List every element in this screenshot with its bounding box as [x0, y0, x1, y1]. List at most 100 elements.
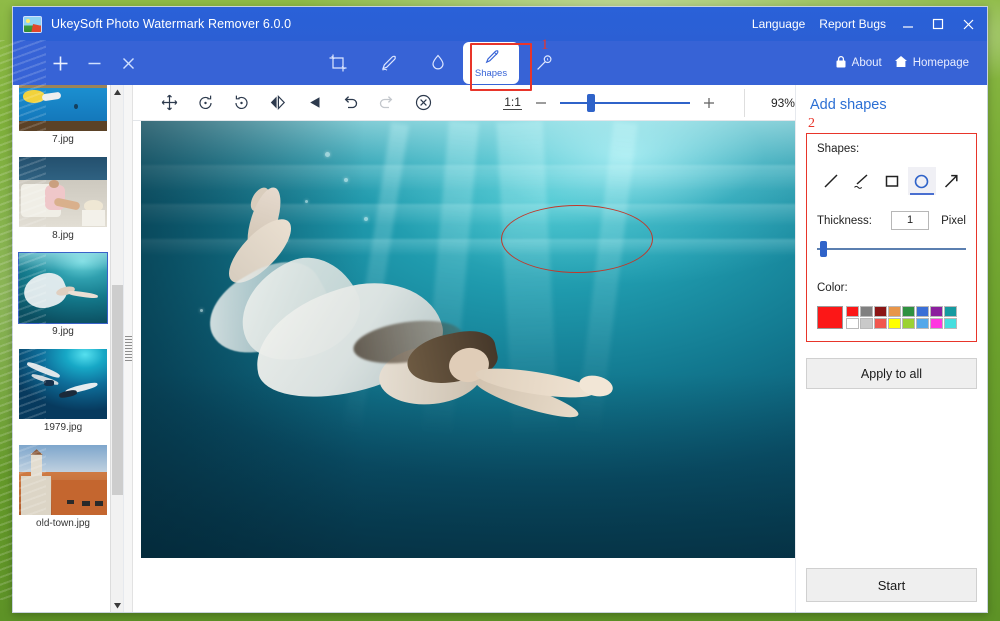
- color-swatch[interactable]: [930, 306, 943, 317]
- color-swatch[interactable]: [860, 306, 873, 317]
- file-list-sidebar: 7.jpg 8.jpg 9.jpg 1979.jpg old-town.jpg: [13, 85, 124, 612]
- flip-vertical-icon[interactable]: [296, 86, 332, 120]
- zoom-in-button[interactable]: [696, 90, 722, 116]
- rotate-left-icon[interactable]: [187, 86, 223, 120]
- color-swatch[interactable]: [846, 306, 859, 317]
- color-swatch[interactable]: [888, 306, 901, 317]
- list-item[interactable]: 8.jpg: [13, 151, 113, 247]
- move-icon[interactable]: [151, 86, 187, 120]
- maximize-button[interactable]: [923, 11, 953, 37]
- remove-file-button[interactable]: [77, 48, 111, 78]
- thumbnail-filename: 8.jpg: [19, 227, 107, 245]
- color-swatch[interactable]: [888, 318, 901, 329]
- red-ellipse-annotation[interactable]: [501, 205, 653, 273]
- scroll-down-arrow-icon[interactable]: [111, 598, 124, 612]
- desktop-background: UkeySoft Photo Watermark Remover 6.0.0 L…: [0, 0, 1000, 621]
- thumbnail-image[interactable]: [19, 445, 107, 515]
- start-button[interactable]: Start: [806, 568, 977, 602]
- sidebar-scrollbar[interactable]: [110, 85, 123, 612]
- scroll-up-arrow-icon[interactable]: [111, 85, 124, 99]
- thumbnail-art-part: [95, 501, 103, 506]
- color-swatch[interactable]: [874, 306, 887, 317]
- zoom-slider-handle[interactable]: [587, 94, 595, 112]
- thumbnail-image[interactable]: [19, 253, 107, 323]
- zoom-ratio-button[interactable]: 1:1: [503, 96, 522, 110]
- thickness-slider[interactable]: [817, 240, 966, 258]
- flip-horizontal-icon[interactable]: [260, 86, 296, 120]
- thumbnail-image[interactable]: [19, 157, 107, 227]
- apply-to-all-button[interactable]: Apply to all: [806, 358, 977, 389]
- tool-erase-marker[interactable]: [363, 43, 413, 83]
- color-swatch[interactable]: [944, 318, 957, 329]
- preview-image[interactable]: [141, 121, 795, 558]
- zoom-out-button[interactable]: [528, 90, 554, 116]
- color-swatch[interactable]: [860, 318, 873, 329]
- shape-tool-pencil-freehand[interactable]: [847, 167, 875, 195]
- thumbnail-filename: 7.jpg: [19, 131, 107, 149]
- add-files-button[interactable]: [43, 48, 77, 78]
- panel-splitter[interactable]: [124, 85, 133, 612]
- thumbnail-art-part: [68, 290, 98, 299]
- thumbnail-art-part: [19, 253, 107, 271]
- tool-blur-drop[interactable]: [413, 43, 463, 83]
- list-item[interactable]: old-town.jpg: [13, 439, 113, 535]
- main-toolbar: Shapes 1 About: [13, 41, 987, 85]
- thumbnail-image[interactable]: [19, 349, 107, 419]
- thumbnail-list: 7.jpg 8.jpg 9.jpg 1979.jpg old-town.jpg: [13, 85, 113, 535]
- file-actions-group: [13, 48, 145, 78]
- shape-tool-rectangle[interactable]: [877, 167, 905, 195]
- shapes-label: Shapes:: [817, 143, 966, 155]
- minimize-button[interactable]: [893, 11, 923, 37]
- clear-files-button[interactable]: [111, 48, 145, 78]
- color-palette: [846, 306, 957, 329]
- window-title: UkeySoft Photo Watermark Remover 6.0.0: [51, 17, 291, 31]
- thickness-input[interactable]: 1: [891, 211, 929, 230]
- color-swatch[interactable]: [916, 306, 929, 317]
- diver-figure: [193, 226, 593, 526]
- language-menu[interactable]: Language: [745, 17, 812, 31]
- tool-crop[interactable]: [313, 43, 363, 83]
- thumbnail-filename: old-town.jpg: [19, 515, 107, 533]
- sidebar-scrollbar-thumb[interactable]: [112, 285, 123, 495]
- tool-shapes-label: Shapes: [475, 69, 507, 79]
- splitter-grip[interactable]: [125, 336, 132, 362]
- canvas-area[interactable]: [133, 121, 795, 612]
- title-bar: UkeySoft Photo Watermark Remover 6.0.0 L…: [13, 7, 987, 41]
- thickness-slider-handle[interactable]: [820, 241, 827, 257]
- thumbnail-art-part: [19, 157, 107, 181]
- undo-icon[interactable]: [332, 86, 368, 120]
- close-button[interactable]: [953, 11, 983, 37]
- current-color-swatch[interactable]: [817, 306, 843, 329]
- thumbnail-art: [19, 253, 107, 323]
- zoom-slider-track: [560, 102, 690, 104]
- editor-toolbar: 1:1 93%: [133, 85, 795, 121]
- rotate-right-icon[interactable]: [224, 86, 260, 120]
- list-item[interactable]: 9.jpg: [13, 247, 113, 343]
- thumbnail-art-part: [52, 480, 107, 515]
- shapes-panel: Add shapes 2 Shapes:: [795, 85, 987, 612]
- about-button[interactable]: About: [831, 55, 886, 71]
- list-item[interactable]: 7.jpg: [13, 85, 113, 151]
- thumbnail-image[interactable]: [19, 85, 107, 131]
- shape-tool-arrow[interactable]: [938, 167, 966, 195]
- shape-tool-line[interactable]: [817, 167, 845, 195]
- shape-tool-row: [817, 167, 966, 195]
- redo-icon[interactable]: [369, 86, 405, 120]
- color-swatch[interactable]: [902, 318, 915, 329]
- color-swatch[interactable]: [944, 306, 957, 317]
- color-picker-area: [817, 306, 966, 329]
- color-swatch[interactable]: [930, 318, 943, 329]
- color-swatch[interactable]: [916, 318, 929, 329]
- thumbnail-filename: 9.jpg: [19, 323, 107, 341]
- list-item[interactable]: 1979.jpg: [13, 343, 113, 439]
- report-bugs-link[interactable]: Report Bugs: [812, 17, 893, 31]
- cancel-circle-icon[interactable]: [405, 86, 441, 120]
- shape-tool-ellipse[interactable]: [908, 167, 936, 195]
- thumbnail-filename: 1979.jpg: [19, 419, 107, 437]
- tool-shapes[interactable]: Shapes: [463, 42, 519, 84]
- color-swatch[interactable]: [874, 318, 887, 329]
- homepage-button[interactable]: Homepage: [890, 55, 973, 71]
- color-swatch[interactable]: [846, 318, 859, 329]
- zoom-slider[interactable]: [560, 93, 690, 113]
- color-swatch[interactable]: [902, 306, 915, 317]
